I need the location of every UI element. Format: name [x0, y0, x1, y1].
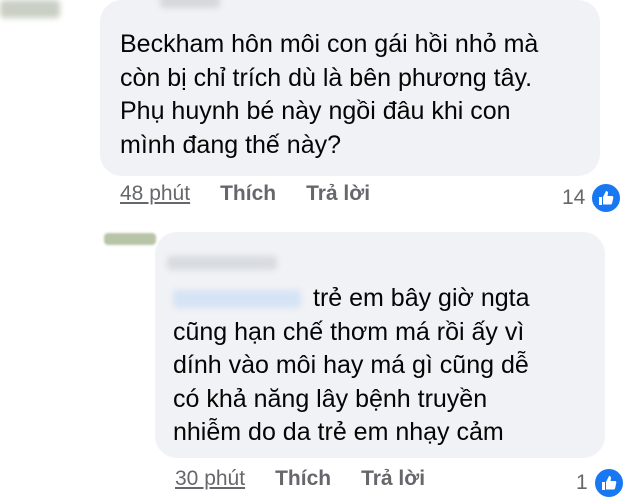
comment-actions-2: 30 phút Thích Trả lời	[175, 467, 425, 491]
blurred-avatar	[0, 0, 60, 18]
reaction-summary-2[interactable]: 1	[576, 467, 625, 499]
blurred-author-name	[160, 0, 220, 8]
comment-actions-1: 48 phút Thích Trả lời	[120, 182, 370, 206]
blurred-author-name	[167, 256, 277, 270]
comment-text: Beckham hôn môi con gái hồi nhỏ mà còn b…	[120, 30, 539, 159]
reaction-count: 1	[576, 471, 588, 494]
comment-time-link[interactable]: 48 phút	[120, 182, 190, 206]
reaction-summary-1[interactable]: 14	[562, 182, 623, 214]
like-button[interactable]: Thích	[275, 467, 331, 491]
like-icon	[590, 182, 623, 214]
reply-button[interactable]: Trả lời	[361, 467, 425, 491]
blurred-reply-avatar	[104, 233, 156, 245]
reply-button[interactable]: Trả lời	[306, 182, 370, 206]
comment-time-link[interactable]: 30 phút	[175, 467, 245, 491]
comment-bubble-1: Beckham hôn môi con gái hồi nhỏ mà còn b…	[100, 0, 600, 176]
like-icon	[592, 467, 625, 499]
comment-text: trẻ em bây giờ ngta cũng hạn chế thơm má…	[173, 284, 530, 446]
comment-bubble-2: trẻ em bây giờ ngta cũng hạn chế thơm má…	[155, 232, 605, 458]
reaction-count: 14	[562, 186, 586, 209]
like-button[interactable]: Thích	[220, 182, 276, 206]
